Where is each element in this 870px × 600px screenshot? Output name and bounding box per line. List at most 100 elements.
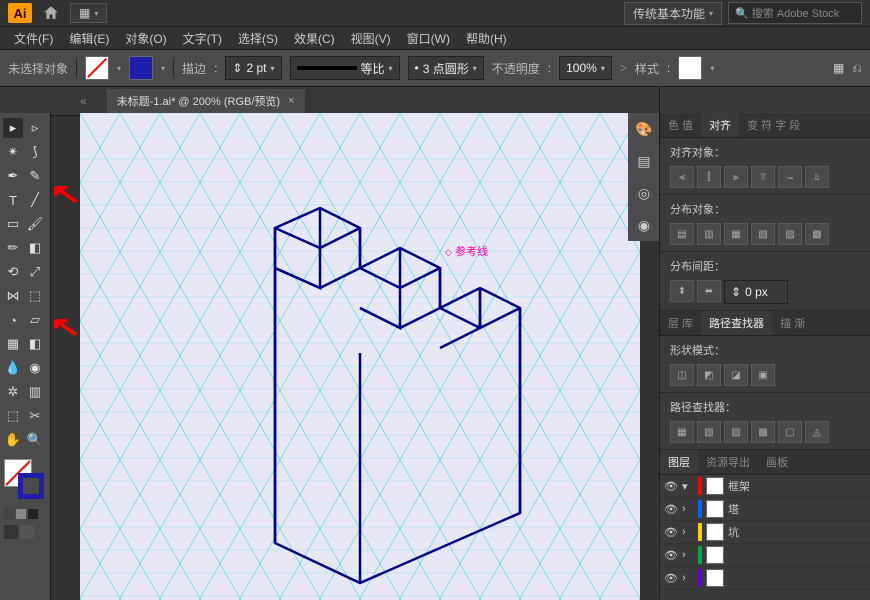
menu-edit[interactable]: 编辑(E)	[61, 28, 117, 49]
eraser-tool[interactable]: ◧	[25, 238, 45, 258]
tab-pathfinder[interactable]: 路径查找器	[701, 311, 772, 335]
layer-row[interactable]: 👁›坑	[660, 521, 870, 544]
prefs-icon[interactable]: ⎌	[852, 61, 862, 76]
pf-divide[interactable]: ▦	[670, 421, 694, 443]
layer-row[interactable]: 👁›	[660, 544, 870, 567]
zoom-tool[interactable]: 🔍	[25, 430, 45, 450]
blend-tool[interactable]: ◉	[25, 358, 45, 378]
align-top[interactable]: ⫪	[751, 166, 775, 188]
fill-swatch[interactable]	[85, 56, 109, 80]
stroke-profile[interactable]: 等比 ▾	[290, 56, 400, 80]
magic-wand-tool[interactable]: ✴	[3, 142, 23, 162]
brush-tool[interactable]: 🖌	[25, 214, 45, 234]
visibility-icon[interactable]: 👁	[664, 549, 678, 562]
opacity-field[interactable]: 100% ▾	[559, 56, 612, 80]
visibility-icon[interactable]: 👁	[664, 526, 678, 539]
tab-layers[interactable]: 图层	[660, 450, 698, 474]
tab-transform[interactable]: 变 符 字 段	[739, 113, 808, 137]
tab-assets[interactable]: 资源导出	[698, 450, 758, 474]
close-tab-icon[interactable]: ×	[288, 95, 294, 107]
pf-minus-back[interactable]: ◬	[805, 421, 829, 443]
doc-setup-icon[interactable]: ▦	[833, 61, 844, 75]
free-transform-tool[interactable]: ⬚	[25, 286, 45, 306]
dist-hcenter[interactable]: ▨	[778, 223, 802, 245]
pf-crop[interactable]: ▩	[751, 421, 775, 443]
line-tool[interactable]: ╱	[25, 190, 45, 210]
shaper-tool[interactable]: ✏	[3, 238, 23, 258]
swatches-icon[interactable]: ▤	[634, 151, 654, 171]
bridge-dropdown[interactable]: ▦ ▾	[70, 3, 107, 23]
artboard-tool[interactable]: ⬚	[3, 406, 23, 426]
menu-help[interactable]: 帮助(H)	[458, 28, 515, 49]
symbol-tool[interactable]: ✲	[3, 382, 23, 402]
menu-object[interactable]: 对象(O)	[117, 28, 174, 49]
perspective-tool[interactable]: ▱	[25, 310, 45, 330]
width-tool[interactable]: ⋈	[3, 286, 23, 306]
pf-minus[interactable]: ◩	[697, 364, 721, 386]
visibility-icon[interactable]: 👁	[664, 503, 678, 516]
canvas[interactable]: ◇ 参考线	[80, 113, 640, 600]
appearance-icon[interactable]: ◉	[634, 215, 654, 235]
align-vcenter[interactable]: ⫬	[778, 166, 802, 188]
dist-left[interactable]: ▧	[751, 223, 775, 245]
graph-tool[interactable]: ▥	[25, 382, 45, 402]
pen-tool[interactable]: ✒	[3, 166, 23, 186]
align-left[interactable]: ⫷	[670, 166, 694, 188]
lasso-tool[interactable]: ⟆	[25, 142, 45, 162]
mesh-tool[interactable]: ▦	[3, 334, 23, 354]
pf-outline[interactable]: ▢	[778, 421, 802, 443]
selection-tool[interactable]: ▸	[3, 118, 23, 138]
home-icon[interactable]	[42, 4, 60, 22]
style-swatch[interactable]	[678, 56, 702, 80]
menu-file[interactable]: 文件(F)	[6, 28, 61, 49]
pf-trim[interactable]: ▧	[697, 421, 721, 443]
stroke-swatch[interactable]	[129, 56, 153, 80]
rotate-tool[interactable]: ⟲	[3, 262, 23, 282]
tab-layers-lib[interactable]: 层 库	[660, 311, 701, 335]
dist-right[interactable]: ▩	[805, 223, 829, 245]
menu-window[interactable]: 窗口(W)	[399, 28, 458, 49]
eyedropper-tool[interactable]: 💧	[3, 358, 23, 378]
tab-color[interactable]: 色 值	[660, 113, 701, 137]
menu-view[interactable]: 视图(V)	[343, 28, 399, 49]
spacing-field[interactable]: ⇕ 0 px	[724, 280, 788, 304]
gradient-tool[interactable]: ◧	[25, 334, 45, 354]
align-right[interactable]: ⫸	[724, 166, 748, 188]
stroke-icon[interactable]: ◎	[634, 183, 654, 203]
pf-merge[interactable]: ▨	[724, 421, 748, 443]
menu-effect[interactable]: 效果(C)	[286, 28, 343, 49]
search-input[interactable]: 🔍 搜索 Adobe Stock	[728, 2, 862, 24]
color-icon[interactable]: 🎨	[634, 119, 654, 139]
visibility-icon[interactable]: 👁	[664, 480, 678, 493]
visibility-icon[interactable]: 👁	[664, 572, 678, 585]
direct-sel-tool[interactable]: ▹	[25, 118, 45, 138]
workspace-dropdown[interactable]: 传统基本功能 ▾	[624, 2, 722, 25]
layer-row[interactable]: 👁▾框架	[660, 475, 870, 498]
layer-row[interactable]: 👁›塔	[660, 498, 870, 521]
rect-tool[interactable]: ▭	[3, 214, 23, 234]
tab-stroke-grad[interactable]: 描 渐	[772, 311, 813, 335]
menu-select[interactable]: 选择(S)	[230, 28, 286, 49]
tab-artboards[interactable]: 画板	[758, 450, 796, 474]
menu-type[interactable]: 文字(T)	[175, 28, 230, 49]
shape-builder-tool[interactable]: ◔	[3, 310, 23, 330]
dist-top[interactable]: ▤	[670, 223, 694, 245]
layer-row[interactable]: 👁›	[660, 567, 870, 590]
hand-tool[interactable]: ✋	[3, 430, 23, 450]
dist-bottom[interactable]: ▦	[724, 223, 748, 245]
type-tool[interactable]: T	[3, 190, 23, 210]
stroke-weight-field[interactable]: ⇕ 2 pt ▾	[225, 56, 281, 80]
scale-tool[interactable]: ⤢	[25, 262, 45, 282]
fill-stroke-control[interactable]	[4, 459, 44, 499]
align-bottom[interactable]: ⫫	[805, 166, 829, 188]
dist-space-h[interactable]: ⬌	[697, 280, 721, 302]
dist-space-v[interactable]: ⬍	[670, 280, 694, 302]
slice-tool[interactable]: ✂	[25, 406, 45, 426]
curvature-tool[interactable]: ✎	[25, 166, 45, 186]
brush-def[interactable]: • 3 点圆形 ▾	[408, 56, 484, 80]
align-hcenter[interactable]: ⫿	[697, 166, 721, 188]
document-tab[interactable]: 未标题-1.ai* @ 200% (RGB/预览) ×	[107, 89, 305, 113]
pf-exclude[interactable]: ▣	[751, 364, 775, 386]
tab-align[interactable]: 对齐	[701, 113, 739, 137]
dist-vcenter[interactable]: ▥	[697, 223, 721, 245]
